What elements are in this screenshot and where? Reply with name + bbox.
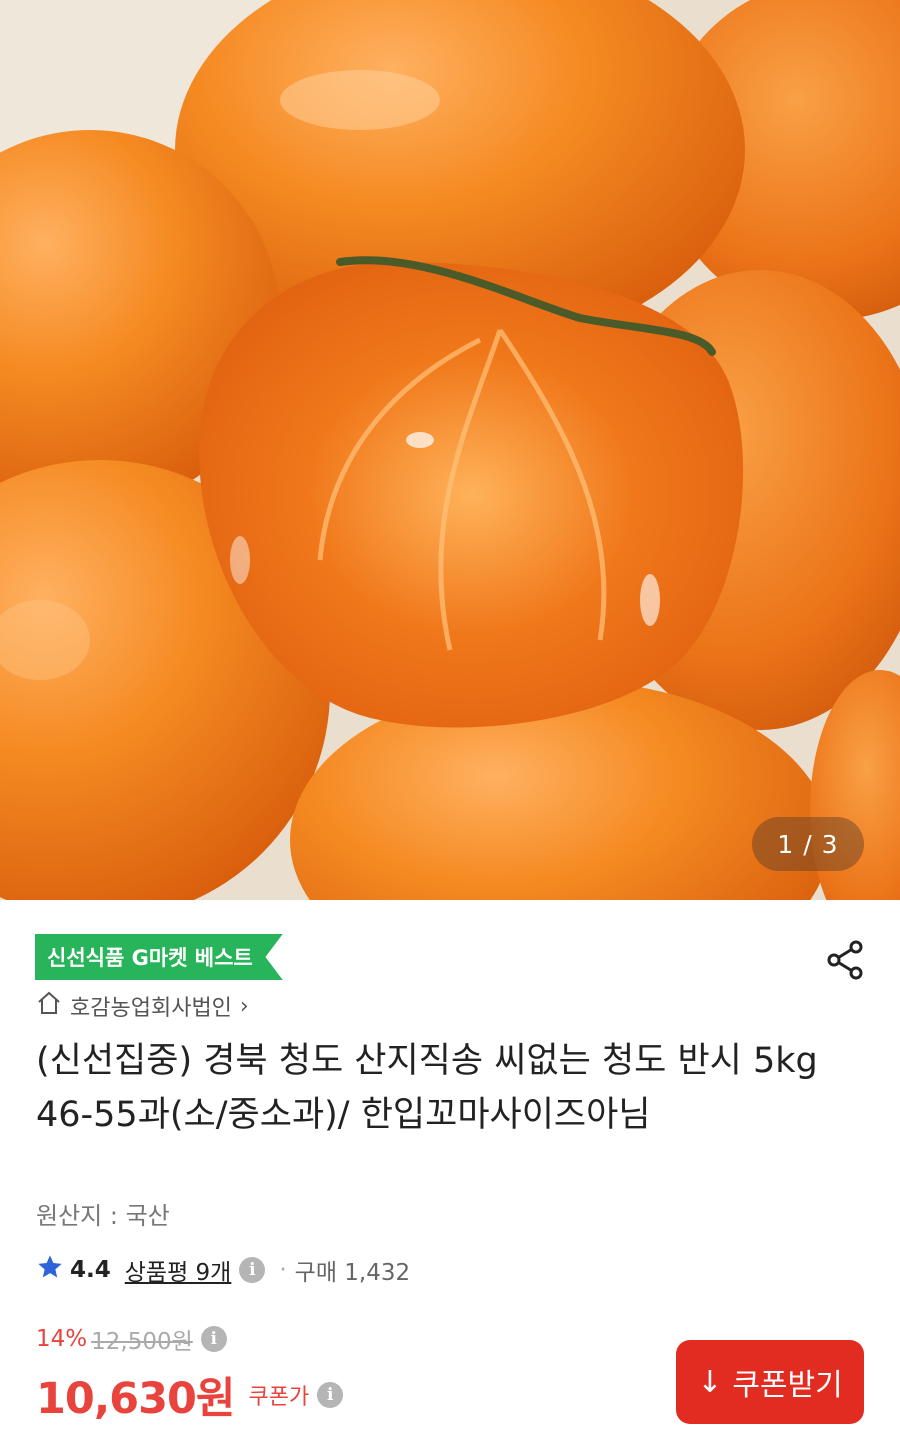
discount-row: 14% 12,500원 i (36, 1324, 227, 1355)
coupon-button-label: 쿠폰받기 (732, 1368, 843, 1403)
coupon-price-label: 쿠폰가 (248, 1385, 310, 1410)
rating-row: 4.4 상품평 9개 i · 구매 1,432 (36, 1252, 410, 1288)
info-icon[interactable]: i (200, 1326, 227, 1352)
price-row: 10,630원 쿠폰가 i (36, 1366, 344, 1424)
get-coupon-button[interactable]: ↓ 쿠폰받기 (676, 1340, 864, 1424)
discount-rate: 14% (36, 1326, 88, 1352)
product-image-gallery[interactable]: 1 / 3 (0, 0, 900, 900)
seller-name: 호감농업회사법인 (70, 996, 232, 1021)
star-icon (36, 1253, 64, 1287)
rating-score: 4.4 (70, 1257, 111, 1283)
purchase-count: 구매 1,432 (294, 1260, 411, 1286)
home-icon (36, 990, 62, 1022)
separator-dot: · (279, 1257, 287, 1283)
sale-price: 10,630원 (36, 1374, 235, 1424)
seller-link[interactable]: 호감농업회사법인 › (36, 988, 249, 1024)
download-arrow-icon: ↓ (697, 1364, 723, 1400)
share-icon[interactable] (824, 938, 868, 982)
image-counter: 1 / 3 (752, 817, 864, 871)
product-title: (신선집중) 경북 청도 산지직송 씨없는 청도 반시 5kg 46-55과(소… (36, 1041, 818, 1135)
original-price: 12,500원 (91, 1329, 193, 1355)
product-image (0, 0, 900, 900)
info-icon[interactable]: i (317, 1382, 344, 1408)
chevron-right-icon: › (239, 993, 249, 1019)
best-badge: 신선식품 G마켓 베스트 (35, 934, 283, 980)
reviews-link[interactable]: 상품평 9개 (125, 1253, 232, 1287)
info-icon[interactable]: i (239, 1257, 266, 1283)
origin-text: 원산지 : 국산 (36, 1202, 170, 1230)
